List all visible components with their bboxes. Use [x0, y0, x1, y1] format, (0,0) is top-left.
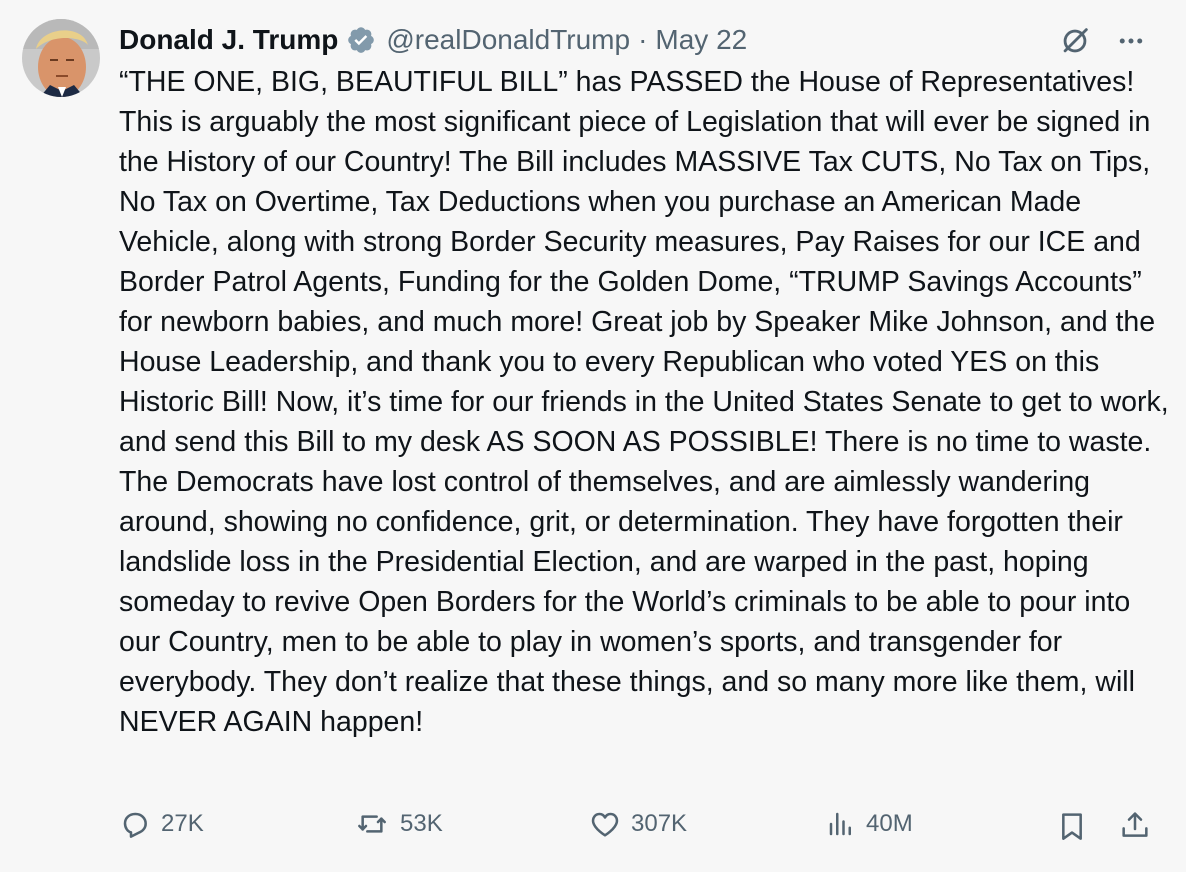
- avatar[interactable]: [22, 19, 100, 97]
- tweet: Donald J. Trump @realDonaldTrump · May 2…: [0, 0, 1186, 872]
- share-icon: [1122, 812, 1148, 837]
- reply-icon: [123, 812, 147, 838]
- action-bar: 27K 53K 307K 40M: [0, 808, 1186, 852]
- bookmark-button[interactable]: [1056, 808, 1088, 844]
- grok-icon[interactable]: [1058, 24, 1092, 58]
- repost-count: 53K: [400, 810, 443, 837]
- separator-dot: ·: [638, 24, 648, 55]
- more-icon[interactable]: [1116, 26, 1146, 56]
- tweet-text: “THE ONE, BIG, BEAUTIFUL BILL” has PASSE…: [119, 66, 1177, 738]
- reply-count: 27K: [161, 810, 204, 837]
- author-handle[interactable]: @realDonaldTrump: [386, 22, 630, 58]
- like-icon: [591, 812, 619, 837]
- post-date[interactable]: May 22: [655, 22, 747, 58]
- like-button[interactable]: 307K: [589, 808, 687, 840]
- reply-button[interactable]: 27K: [119, 808, 204, 840]
- views-icon: [829, 812, 851, 836]
- avatar-image: [22, 19, 100, 97]
- like-count: 307K: [631, 810, 688, 837]
- author-name[interactable]: Donald J. Trump: [119, 22, 338, 58]
- top-right-actions: [1058, 24, 1146, 58]
- repost-button[interactable]: 53K: [354, 808, 443, 840]
- verified-badge-icon: [346, 25, 376, 55]
- tweet-header: Donald J. Trump @realDonaldTrump · May 2…: [119, 22, 747, 58]
- views-button[interactable]: 40M: [826, 808, 913, 840]
- views-count: 40M: [866, 810, 913, 837]
- bookmark-icon: [1062, 813, 1082, 840]
- repost-icon: [358, 815, 386, 833]
- share-button[interactable]: [1119, 808, 1151, 842]
